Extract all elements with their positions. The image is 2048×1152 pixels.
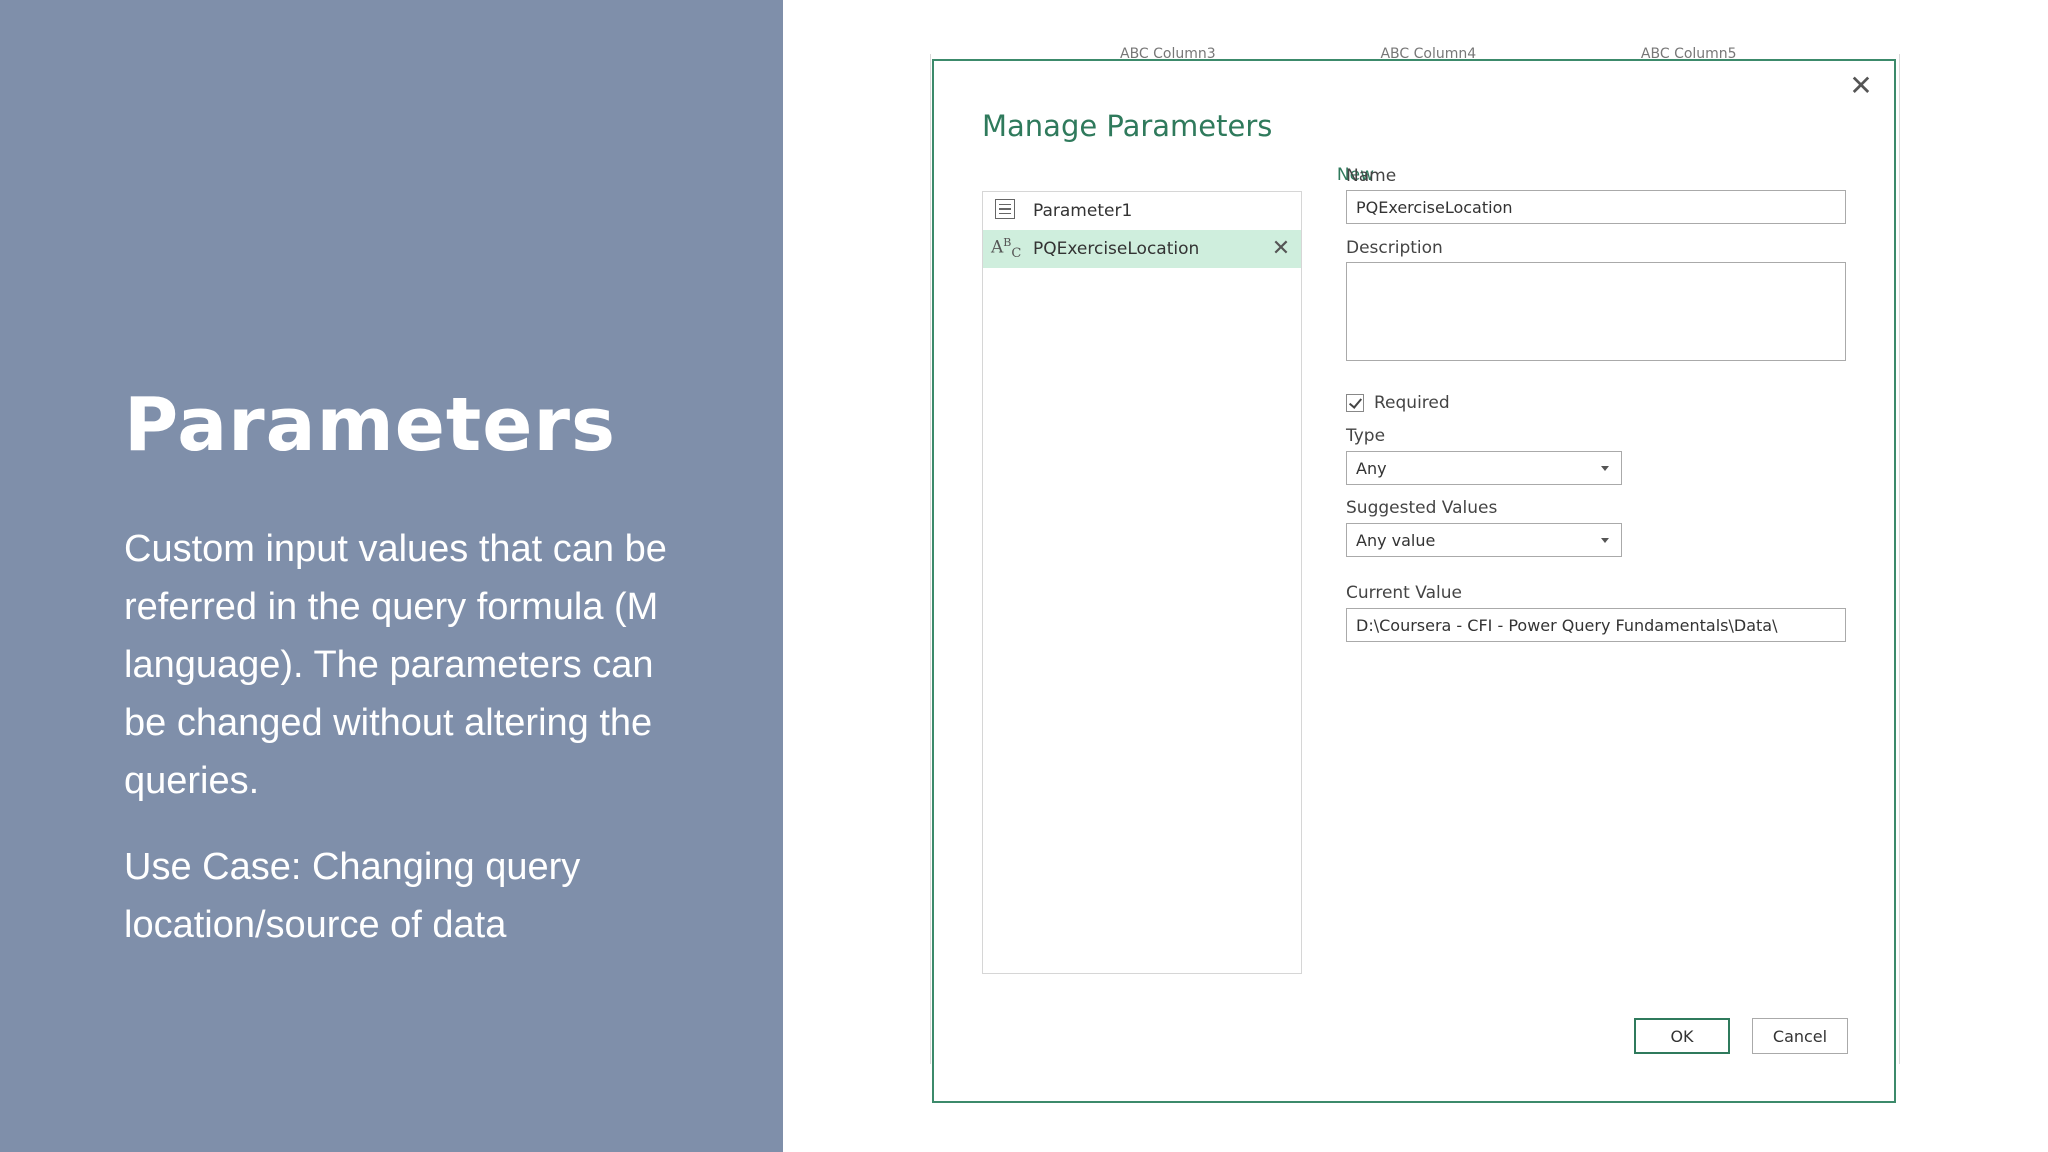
- parameter-list-item[interactable]: Parameter1: [983, 192, 1301, 230]
- slide-left-panel: Parameters Custom input values that can …: [0, 0, 783, 1152]
- ok-button[interactable]: OK: [1634, 1018, 1730, 1054]
- background-column-header: ABC Column5: [1640, 46, 1737, 60]
- manage-parameters-dialog: ✕ Manage Parameters New Parameter1 ABC P…: [932, 59, 1896, 1103]
- name-label: Name: [1346, 166, 1397, 186]
- slide-body-text: Custom input values that can be referred…: [124, 528, 667, 802]
- suggested-values-dropdown-value: Any value: [1356, 530, 1436, 550]
- required-checkbox-row[interactable]: Required: [1346, 393, 1450, 413]
- type-label: Type: [1346, 426, 1386, 446]
- chevron-down-icon: [1601, 538, 1609, 543]
- cancel-button[interactable]: Cancel: [1752, 1018, 1848, 1054]
- name-input[interactable]: PQExerciseLocation: [1346, 190, 1846, 224]
- slide-use-case-text: Use Case: Changing query location/source…: [124, 846, 581, 946]
- parameter-name: PQExerciseLocation: [1033, 239, 1200, 259]
- parameter-list: Parameter1 ABC PQExerciseLocation ✕: [982, 191, 1302, 974]
- chevron-down-icon: [1601, 466, 1609, 471]
- close-icon[interactable]: ✕: [1848, 72, 1874, 100]
- list-icon: [991, 198, 1019, 224]
- parameter-name: Parameter1: [1033, 201, 1133, 221]
- abc-text-icon: ABC: [991, 236, 1022, 262]
- background-column-header: ABC Column3: [1120, 46, 1216, 60]
- slide-title: Parameters: [124, 382, 617, 468]
- dialog-title: Manage Parameters: [982, 109, 1273, 143]
- delete-parameter-icon[interactable]: ✕: [1269, 237, 1293, 261]
- background-column-headers: ABC Column3 ABC Column4 ABC Column5: [1120, 46, 1900, 60]
- current-value-label: Current Value: [1346, 583, 1462, 603]
- required-checkbox[interactable]: [1346, 394, 1364, 412]
- description-label: Description: [1346, 238, 1443, 258]
- type-dropdown[interactable]: Any: [1346, 451, 1622, 485]
- description-textarea[interactable]: [1346, 262, 1846, 361]
- current-value-input[interactable]: D:\Coursera - CFI - Power Query Fundamen…: [1346, 608, 1846, 642]
- parameter-list-item-selected[interactable]: ABC PQExerciseLocation ✕: [983, 230, 1301, 268]
- suggested-values-dropdown[interactable]: Any value: [1346, 523, 1622, 557]
- required-label: Required: [1374, 393, 1450, 413]
- background-column-header: ABC Column4: [1380, 46, 1477, 60]
- type-dropdown-value: Any: [1356, 458, 1387, 478]
- suggested-values-label: Suggested Values: [1346, 498, 1498, 518]
